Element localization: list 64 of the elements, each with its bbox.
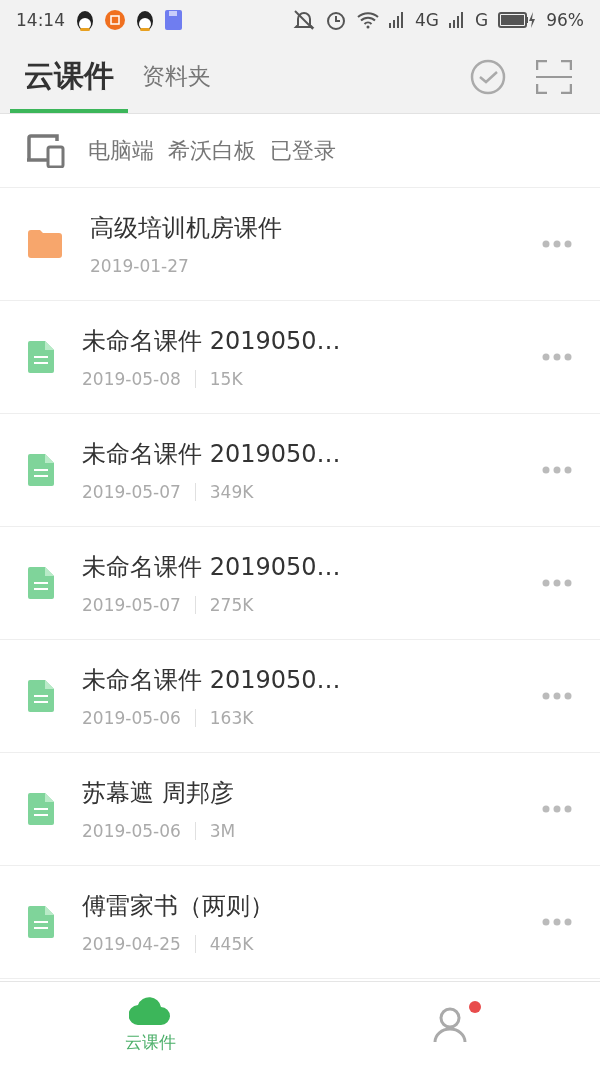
check-circle-icon[interactable] [470, 58, 506, 95]
more-icon[interactable] [542, 692, 572, 700]
item-title: 高级培训机房课件 [90, 213, 283, 244]
more-icon[interactable] [542, 918, 572, 926]
item-size: 445K [209, 934, 254, 954]
item-date: 2019-05-06 [82, 708, 181, 728]
cloud-icon [129, 995, 171, 1025]
signal-icon [389, 12, 405, 28]
penguin-icon [135, 9, 155, 31]
item-date: 2019-05-07 [82, 595, 181, 615]
person-icon [433, 1006, 467, 1043]
more-icon[interactable] [542, 466, 572, 474]
more-icon[interactable] [542, 805, 572, 813]
penguin-icon [75, 9, 95, 31]
signal-icon [449, 12, 465, 28]
file-row[interactable]: 高级培训机房课件 2019-01-27 [0, 188, 600, 301]
battery-percent: 96% [546, 10, 584, 30]
item-title: 未命名课件 2019050… [82, 552, 342, 583]
item-size: 275K [209, 595, 254, 615]
devices-icon [26, 133, 66, 168]
document-icon [28, 567, 54, 599]
save-icon [165, 10, 182, 30]
document-icon [28, 454, 54, 486]
nav-label: 云课件 [124, 1031, 176, 1054]
bell-muted-icon [293, 9, 315, 31]
document-icon [28, 680, 54, 712]
item-date: 2019-05-06 [82, 821, 181, 841]
document-icon [28, 341, 54, 373]
more-icon[interactable] [542, 353, 572, 361]
tab[interactable]: 资料夹 [128, 40, 225, 113]
file-row[interactable]: 未命名课件 2019050… 2019-05-06 163K [0, 640, 600, 753]
tab[interactable]: 云课件 [10, 40, 128, 113]
item-size: 163K [209, 708, 254, 728]
document-icon [28, 793, 54, 825]
item-date: 2019-04-25 [82, 934, 181, 954]
battery-charging-icon [498, 12, 537, 28]
file-row[interactable]: 未命名课件 2019050… 2019-05-08 15K [0, 301, 600, 414]
file-row[interactable]: 未命名课件 2019050… 2019-05-07 349K [0, 414, 600, 527]
folder-icon [28, 230, 62, 258]
file-row[interactable]: 未命名课件 2019050… 2019-05-07 275K [0, 527, 600, 640]
item-date: 2019-05-07 [82, 482, 181, 502]
item-title: 傅雷家书（两则） [82, 891, 275, 922]
item-title: 未命名课件 2019050… [82, 665, 342, 696]
more-icon[interactable] [542, 240, 572, 248]
network-type: G [475, 10, 489, 30]
item-size: 3M [209, 821, 236, 841]
app-icon [105, 10, 125, 30]
alarm-icon [325, 9, 347, 31]
file-row[interactable]: 傅雷家书（两则） 2019-04-25 445K [0, 866, 600, 979]
item-title: 苏幕遮 周邦彦 [82, 778, 235, 809]
file-row[interactable]: 苏幕遮 周邦彦 2019-05-06 3M [0, 753, 600, 866]
status-time: 14:14 [16, 10, 65, 30]
login-status: 电脑端 希沃白板 已登录 [88, 136, 336, 165]
item-date: 2019-01-27 [90, 256, 189, 276]
item-size: 349K [209, 482, 254, 502]
item-size: 15K [209, 369, 243, 389]
wifi-icon [357, 11, 379, 29]
item-title: 未命名课件 2019050… [82, 439, 342, 470]
item-date: 2019-05-08 [82, 369, 181, 389]
item-title: 未命名课件 2019050… [82, 326, 342, 357]
network-type: 4G [415, 10, 439, 30]
document-icon [28, 906, 54, 938]
scan-icon[interactable] [536, 59, 572, 94]
more-icon[interactable] [542, 579, 572, 587]
